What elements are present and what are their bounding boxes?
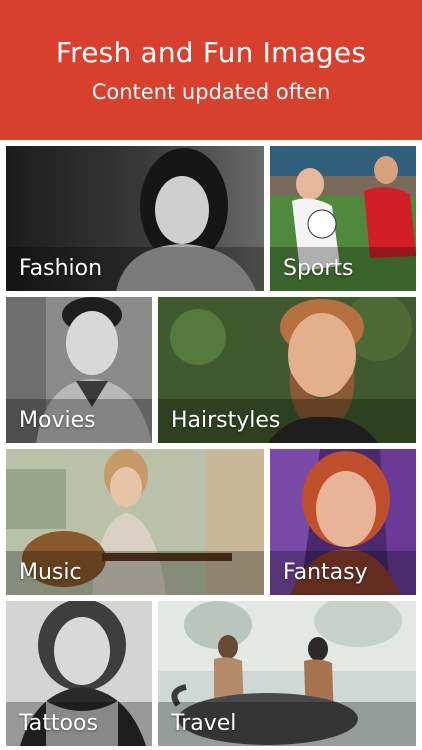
category-label: Hairstyles — [171, 408, 281, 433]
category-label: Travel — [171, 711, 237, 736]
category-label: Tattoos — [19, 711, 98, 736]
category-label: Movies — [19, 408, 96, 433]
category-label: Sports — [283, 256, 354, 281]
category-label: Fantasy — [283, 560, 368, 585]
app-title: Fresh and Fun Images — [55, 36, 367, 69]
category-label: Fashion — [19, 256, 103, 281]
category-tile-movies[interactable]: Movies — [6, 297, 152, 443]
category-tile-sports[interactable]: Sports — [270, 146, 416, 291]
category-tile-fashion[interactable]: Fashion — [6, 146, 264, 291]
category-tile-hairstyles[interactable]: Hairstyles — [158, 297, 416, 443]
header-banner: Fresh and Fun Images Content updated oft… — [0, 0, 422, 140]
category-tile-tattoos[interactable]: Tattoos — [6, 601, 152, 746]
app-subtitle: Content updated often — [91, 80, 331, 104]
category-tile-travel[interactable]: Travel — [158, 601, 416, 746]
category-tile-fantasy[interactable]: Fantasy — [270, 449, 416, 595]
category-tile-music[interactable]: Music — [6, 449, 264, 595]
category-label: Music — [19, 560, 82, 585]
